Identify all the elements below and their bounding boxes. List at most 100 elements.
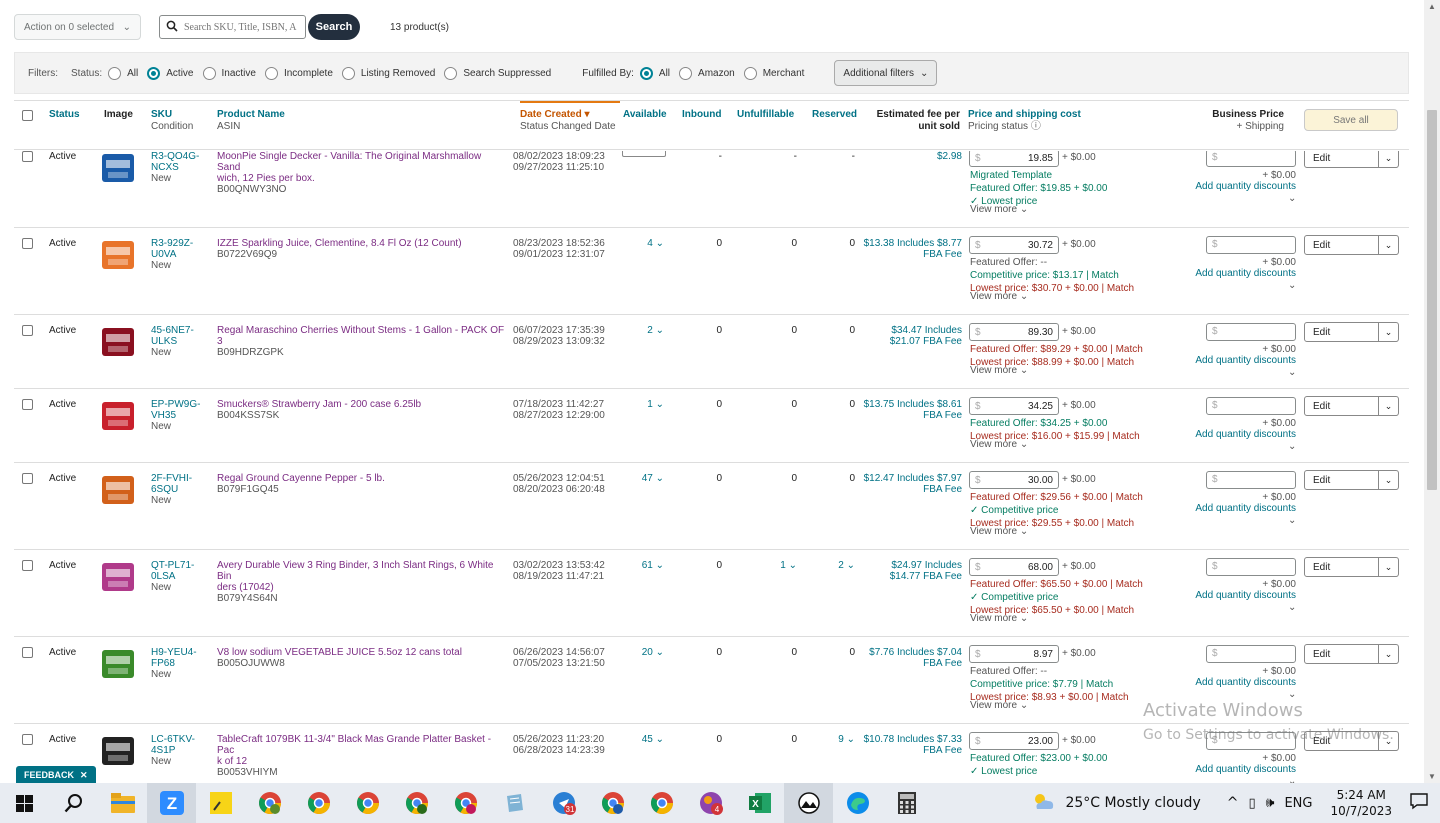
edit-button[interactable]: Edit ⌄ [1304,235,1399,255]
chevron-down-icon[interactable]: ⌄ [1288,602,1296,613]
business-price-input[interactable]: $ [1206,471,1296,489]
bulk-action-dropdown[interactable]: Action on 0 selected ⌄ [14,14,141,40]
available-quantity[interactable]: 61 ⌄ [614,560,664,571]
chrome-icon[interactable] [294,783,343,823]
product-title-link[interactable]: V8 low sodium VEGETABLE JUICE 5.5oz 12 c… [217,647,507,658]
estimated-fee[interactable]: $24.97 Includes $14.77 FBA Fee [858,560,962,582]
weather-icon[interactable] [1031,791,1057,815]
view-more-link[interactable]: View more ⌄ [970,365,1028,376]
chevron-down-icon[interactable]: ⌄ [1378,397,1398,415]
fulfilled-radio-amazon[interactable]: Amazon [679,66,735,80]
row-checkbox[interactable] [22,734,33,745]
row-checkbox[interactable] [22,325,33,336]
product-thumbnail[interactable] [96,555,140,599]
row-checkbox[interactable] [22,399,33,410]
chevron-down-icon[interactable]: ⌄ [1288,441,1296,452]
sticky-notes-icon[interactable] [196,783,245,823]
price-input[interactable]: $68.00 [969,558,1059,576]
chevron-down-icon[interactable]: ⌄ [1288,280,1296,291]
add-quantity-discounts-link[interactable]: Add quantity discounts [1164,503,1296,514]
chevron-down-icon[interactable]: ⌄ [1288,689,1296,700]
status-radio-search-suppressed[interactable]: Search Suppressed [444,66,551,80]
chevron-down-icon[interactable]: ⌄ [1378,151,1398,167]
estimated-fee[interactable]: $34.47 Includes $21.07 FBA Fee [858,325,962,347]
edit-button[interactable]: Edit ⌄ [1304,557,1399,577]
start-button[interactable] [0,783,49,823]
status-radio-listing-removed[interactable]: Listing Removed [341,66,435,80]
add-quantity-discounts-link[interactable]: Add quantity discounts [1164,268,1296,279]
language-indicator[interactable]: ENG [1284,796,1312,811]
available-quantity[interactable]: 1 ⌄ [614,399,664,410]
row-checkbox[interactable] [22,560,33,571]
chevron-down-icon[interactable]: ⌄ [1288,776,1296,783]
chrome-icon[interactable] [343,783,392,823]
calendar-app-icon[interactable]: 31 [539,783,588,823]
sku-link[interactable]: R3-929Z- U0VA [151,238,193,260]
estimated-fee[interactable]: $7.76 Includes $7.04 FBA Fee [858,647,962,669]
row-checkbox[interactable] [22,238,33,249]
file-explorer-icon[interactable] [98,783,147,823]
product-thumbnail[interactable] [96,320,140,364]
chevron-down-icon[interactable]: ⌄ [1288,515,1296,526]
product-thumbnail[interactable] [96,151,140,190]
zoom-app-icon[interactable]: Z [147,783,196,823]
view-more-link[interactable]: View more ⌄ [970,613,1028,624]
business-price-input[interactable]: $ [1206,645,1296,663]
edit-button[interactable]: Edit ⌄ [1304,322,1399,342]
sku-link[interactable]: H9-YEU4- FP68 [151,647,197,669]
business-price-input[interactable]: $ [1206,236,1296,254]
header-status[interactable]: Status [49,109,80,121]
chevron-down-icon[interactable]: ⌄ [1288,367,1296,378]
fulfilled-radio-all[interactable]: All [639,66,670,80]
scrollbar-thumb[interactable] [1427,110,1437,490]
row-checkbox[interactable] [22,151,33,162]
product-thumbnail[interactable] [96,394,140,438]
price-input[interactable]: $34.25 [969,397,1059,415]
chevron-down-icon[interactable]: ⌄ [1378,236,1398,254]
sku-link[interactable]: R3-QO4G- NCXS [151,151,199,173]
status-radio-all[interactable]: All [108,66,138,80]
product-title-link[interactable]: Avery Durable View 3 Ring Binder, 3 Inch… [217,560,507,593]
estimated-fee[interactable]: $13.38 Includes $8.77 FBA Fee [858,238,962,260]
product-title-link[interactable]: Regal Maraschino Cherries Without Stems … [217,325,507,347]
price-input[interactable]: $19.85 [969,151,1059,167]
feedback-tab[interactable]: FEEDBACK ✕ [16,766,96,783]
add-quantity-discounts-link[interactable]: Add quantity discounts [1164,677,1296,688]
chrome-profile-icon[interactable] [392,783,441,823]
available-quantity[interactable]: 20 ⌄ [614,647,664,658]
product-thumbnail[interactable] [96,729,140,773]
view-more-link[interactable]: View more ⌄ [970,291,1028,302]
chrome-profile-icon[interactable] [588,783,637,823]
sku-link[interactable]: 2F-FVHI- 6SQU [151,473,192,495]
clock[interactable]: 5:24 AM 10/7/2023 [1330,787,1392,819]
product-title-link[interactable]: TableCraft 1079BK 11-3/4" Black Mas Gran… [217,734,507,767]
page-scrollbar[interactable]: ▲ ▼ [1424,0,1440,783]
product-title-link[interactable]: MoonPie Single Decker - Vanilla: The Ori… [217,151,507,184]
notepad-icon[interactable] [490,783,539,823]
add-quantity-discounts-link[interactable]: Add quantity discounts [1164,355,1296,366]
edit-button[interactable]: Edit ⌄ [1304,151,1399,168]
header-reserved[interactable]: Reserved [812,109,857,121]
meet-now-icon[interactable]: ▯ [1248,796,1255,811]
product-title-link[interactable]: Regal Ground Cayenne Pepper - 5 lb. [217,473,507,484]
view-more-link[interactable]: View more ⌄ [970,700,1028,711]
estimated-fee[interactable]: $13.75 Includes $8.61 FBA Fee [858,399,962,421]
estimated-fee[interactable]: $10.78 Includes $7.33 FBA Fee [858,734,962,756]
chrome-profile-icon[interactable] [441,783,490,823]
business-price-input[interactable]: $ [1206,558,1296,576]
chrome-icon[interactable] [637,783,686,823]
header-product-name[interactable]: Product Name ASIN [217,109,285,133]
product-title-link[interactable]: Smuckers® Strawberry Jam - 200 case 6.25… [217,399,507,410]
header-date-created[interactable]: Date Created ▾ Status Changed Date [520,109,616,133]
chevron-down-icon[interactable]: ⌄ [1288,193,1296,204]
available-quantity[interactable]: 2 ⌄ [614,325,664,336]
add-quantity-discounts-link[interactable]: Add quantity discounts [1164,764,1296,775]
business-price-input[interactable]: $ [1206,323,1296,341]
taskbar-search-icon[interactable] [49,783,98,823]
edit-button[interactable]: Edit ⌄ [1304,470,1399,490]
status-radio-inactive[interactable]: Inactive [202,66,256,80]
photos-app-icon[interactable] [784,783,833,823]
view-more-link[interactable]: View more ⌄ [970,526,1028,537]
status-radio-incomplete[interactable]: Incomplete [264,66,333,80]
chrome-profile-icon[interactable] [245,783,294,823]
